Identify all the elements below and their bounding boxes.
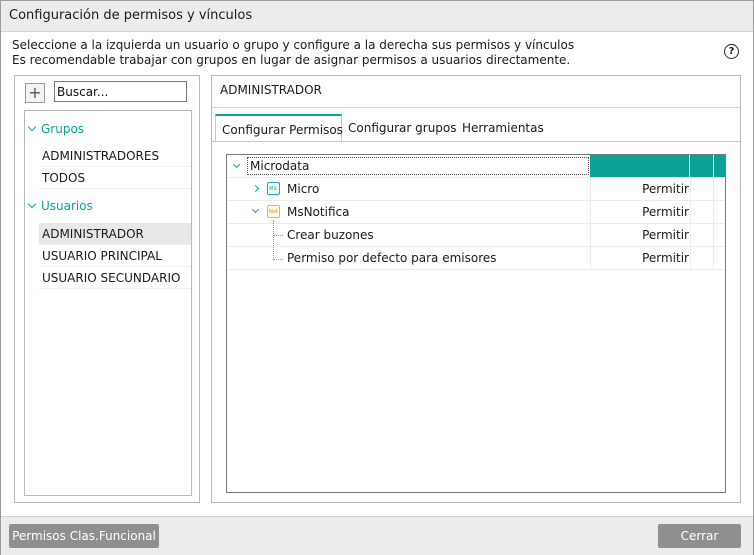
grid-root-row[interactable]: Microdata <box>227 155 725 178</box>
tree-item-usuario-secundario[interactable]: USUARIO SECUNDARIO <box>39 267 191 289</box>
chevron-down-icon[interactable] <box>27 199 37 209</box>
users-groups-tree: Grupos ADMINISTRADORES TODOS Usuarios AD… <box>24 110 192 496</box>
close-button[interactable]: Cerrar <box>658 524 741 548</box>
tab-label: Configurar grupos <box>348 121 457 135</box>
permissions-panel: ADMINISTRADOR Configurar Permisos Config… <box>211 75 741 503</box>
grid-row-crear-buzones[interactable]: Crear buzones Permitir <box>227 224 725 247</box>
grid-row-label: Crear buzones <box>287 228 374 242</box>
permission-cell[interactable]: Permitir <box>590 224 691 246</box>
grid-root-label: Microdata <box>247 157 589 175</box>
chevron-down-icon[interactable] <box>232 160 241 169</box>
tree-group-label: Grupos <box>41 122 85 136</box>
grid-cell <box>689 224 714 246</box>
grid-row-label: Permiso por defecto para emisores <box>287 251 497 265</box>
grid-header-band <box>590 155 725 177</box>
tree-item-administradores[interactable]: ADMINISTRADORES <box>39 145 191 167</box>
grid-row-label: MsNotifica <box>287 205 350 219</box>
grid-row-permiso-por-defecto[interactable]: Permiso por defecto para emisores Permit… <box>227 247 725 270</box>
grid-row-msnotifica[interactable]: Not MsNotifica Permitir <box>227 201 725 224</box>
tab-configurar-grupos[interactable]: Configurar grupos <box>342 114 457 140</box>
grid-cell <box>689 178 714 200</box>
tree-item-todos[interactable]: TODOS <box>39 167 191 189</box>
help-circle-icon[interactable]: ? <box>724 44 739 59</box>
grid-row-label: Micro <box>287 182 320 196</box>
chevron-right-icon[interactable] <box>251 184 260 193</box>
grid-cell <box>689 201 714 223</box>
grid-cell <box>689 247 714 269</box>
tab-underline <box>212 141 740 142</box>
permission-value: Permitir <box>642 251 689 265</box>
add-icon[interactable]: + <box>25 83 45 103</box>
permission-cell[interactable]: Permitir <box>590 201 691 223</box>
instructions: Seleccione a la izquierda un usuario o g… <box>12 38 574 68</box>
tab-herramientas[interactable]: Herramientas <box>456 114 546 140</box>
dialog-window: Configuración de permisos y vínculos Sel… <box>0 0 754 555</box>
grid-header-separator <box>713 155 714 177</box>
tab-configurar-permisos[interactable]: Configurar Permisos <box>215 114 343 142</box>
tree-group-label: Usuarios <box>41 199 93 213</box>
title-bar: Configuración de permisos y vínculos <box>1 1 753 32</box>
instructions-line-1: Seleccione a la izquierda un usuario o g… <box>12 38 575 52</box>
tab-label: Herramientas <box>462 121 544 135</box>
selected-entity-name: ADMINISTRADOR <box>220 83 322 97</box>
tree-group-usuarios[interactable]: Usuarios <box>25 196 191 216</box>
tree-group-grupos[interactable]: Grupos <box>25 119 191 139</box>
search-input[interactable] <box>54 81 187 102</box>
tree-item-label: ADMINISTRADORES <box>42 149 160 163</box>
instructions-line-2: Es recomendable trabajar con grupos en l… <box>12 53 571 67</box>
dialog-footer: Permisos Clas.Funcional Cerrar <box>1 516 753 555</box>
divider <box>212 107 740 108</box>
tree-item-label: USUARIO SECUNDARIO <box>42 271 181 285</box>
permission-value: Permitir <box>642 228 689 242</box>
tree-item-label: USUARIO PRINCIPAL <box>42 249 162 263</box>
users-groups-panel: + Grupos ADMINISTRADORES TODOS Usuarios … <box>14 75 200 503</box>
msnotifica-module-icon: Not <box>267 205 280 218</box>
permisos-clas-funcional-button[interactable]: Permisos Clas.Funcional <box>9 524 159 548</box>
tree-item-usuario-principal[interactable]: USUARIO PRINCIPAL <box>39 245 191 267</box>
chevron-down-icon[interactable] <box>27 122 37 132</box>
micro-module-icon: Mic <box>267 182 280 195</box>
permission-cell[interactable]: Permitir <box>590 247 691 269</box>
permissions-grid: Microdata Mic Micro Permitir Not MsNotif… <box>226 154 726 493</box>
tree-item-label: TODOS <box>42 171 86 185</box>
chevron-down-icon[interactable] <box>251 205 260 214</box>
grid-row-micro[interactable]: Mic Micro Permitir <box>227 178 725 201</box>
tab-label: Configurar Permisos <box>222 123 343 137</box>
tree-item-administrador[interactable]: ADMINISTRADOR <box>39 223 191 245</box>
window-title: Configuración de permisos y vínculos <box>9 8 253 23</box>
permission-cell[interactable]: Permitir <box>590 178 691 200</box>
grid-header-separator <box>689 155 690 177</box>
permission-value: Permitir <box>642 182 689 196</box>
permission-value: Permitir <box>642 205 689 219</box>
tree-item-label: ADMINISTRADOR <box>42 227 144 241</box>
